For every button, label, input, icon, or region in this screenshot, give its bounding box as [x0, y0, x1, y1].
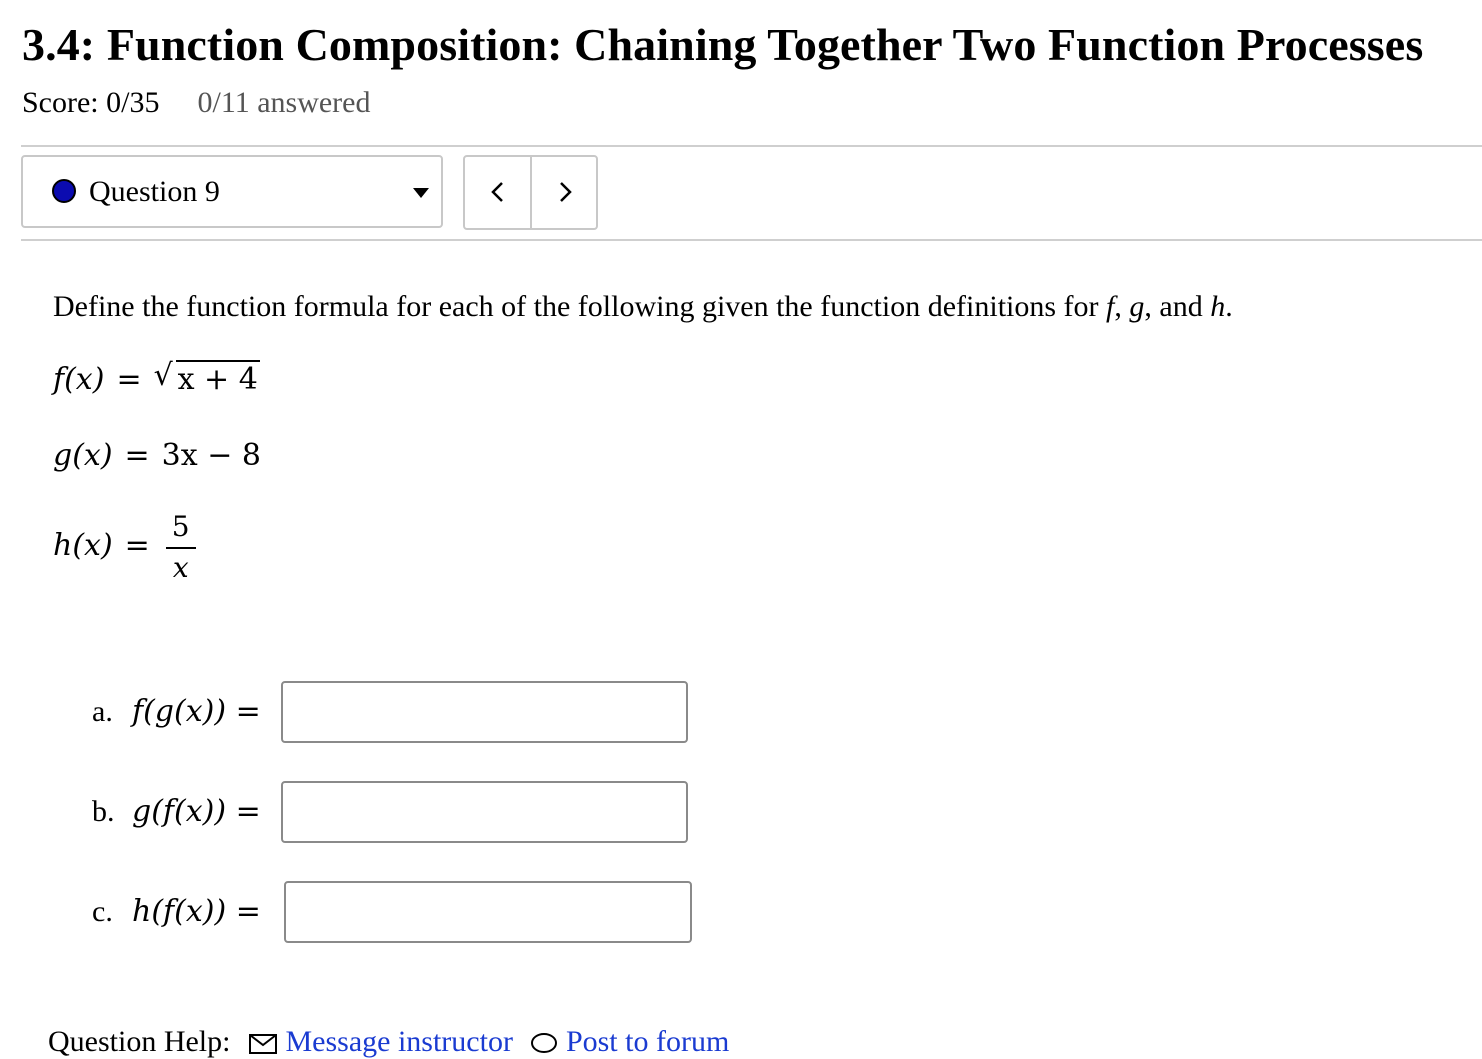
- part-c-label: c. h(f(x)) =: [92, 894, 261, 929]
- divider-bottom: [21, 239, 1482, 241]
- chevron-left-icon: [491, 182, 503, 202]
- message-instructor-link[interactable]: Message instructor: [248, 1025, 520, 1058]
- function-g-definition: g(x) = 3x − 8: [53, 438, 261, 473]
- divider-top: [21, 145, 1482, 147]
- radicand: x + 4: [175, 360, 260, 397]
- sqrt-expression: √ x + 4: [153, 358, 260, 397]
- question-select-label: Question 9: [89, 175, 220, 208]
- question-select[interactable]: Question 9: [21, 155, 443, 228]
- question-status-dot: [52, 179, 76, 203]
- answered-count: 0/11 answered: [197, 86, 371, 119]
- function-h-definition: h(x) = 5 x: [53, 510, 196, 584]
- question-nav-buttons: [463, 155, 598, 230]
- caret-down-icon: [413, 188, 429, 198]
- post-to-forum-link[interactable]: Post to forum: [530, 1025, 729, 1058]
- chevron-right-icon: [559, 182, 572, 202]
- page-title: 3.4: Function Composition: Chaining Toge…: [22, 19, 1424, 70]
- part-a-label: a. f(g(x)) =: [92, 694, 261, 729]
- instruction-text: Define the function formula for each of …: [53, 290, 1233, 323]
- speech-bubble-icon: [531, 1033, 558, 1054]
- fraction: 5x: [165, 510, 196, 584]
- score: Score: 0/35: [22, 86, 160, 119]
- envelope-icon: [248, 1034, 277, 1055]
- answer-input-c[interactable]: [284, 881, 692, 943]
- function-f-definition: f(x) = √ x + 4: [53, 358, 260, 397]
- next-question-button[interactable]: [529, 157, 597, 228]
- answer-input-b[interactable]: [281, 781, 688, 843]
- question-help-bar: Question Help: Message instructor Post t…: [48, 1025, 730, 1058]
- previous-question-button[interactable]: [465, 157, 530, 228]
- part-b-label: b. g(f(x)) =: [92, 794, 261, 829]
- score-line: Score: 0/35 0/11 answered: [22, 86, 370, 120]
- answer-input-a[interactable]: [281, 681, 688, 743]
